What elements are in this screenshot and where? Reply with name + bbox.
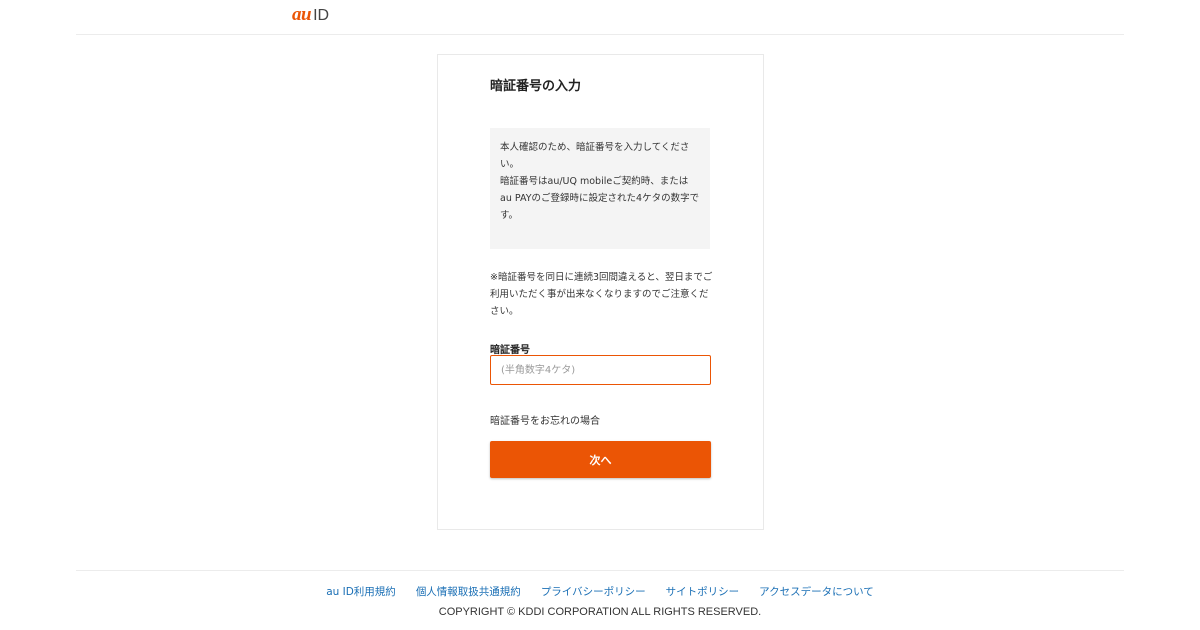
pin-input[interactable] [490, 355, 711, 385]
site-header: au ID [0, 0, 1200, 34]
au-id-logo[interactable]: au ID [292, 4, 330, 25]
info-box: 本人確認のため、暗証番号を入力してください。 暗証番号はau/UQ mobile… [490, 128, 710, 249]
header-divider [76, 34, 1124, 35]
footer-link-site-policy[interactable]: サイトポリシー [666, 584, 740, 599]
footer-divider [76, 570, 1124, 571]
next-button[interactable]: 次へ [490, 441, 711, 478]
pin-entry-card: 暗証番号の入力 本人確認のため、暗証番号を入力してください。 暗証番号はau/U… [437, 54, 764, 530]
warning-text: ※暗証番号を同日に連続3回間違えると、翌日までご利用いただく事が出来なくなります… [490, 272, 713, 317]
footer-link-au-id-terms[interactable]: au ID利用規約 [326, 584, 396, 599]
pin-field-label: 暗証番号 [490, 345, 530, 356]
logo-id-text: ID [313, 7, 330, 24]
footer-link-privacy-policy[interactable]: プライバシーポリシー [541, 584, 646, 599]
copyright-text: COPYRIGHT © KDDI CORPORATION ALL RIGHTS … [438, 606, 762, 618]
logo-au-text: au [292, 4, 312, 25]
footer-link-privacy-terms[interactable]: 個人情報取扱共通規約 [416, 584, 521, 599]
info-text-line-1: 本人確認のため、暗証番号を入力してください。 [500, 142, 690, 170]
forgot-pin-link[interactable]: 暗証番号をお忘れの場合 [490, 412, 600, 427]
footer-links: au ID利用規約 個人情報取扱共通規約 プライバシーポリシー サイトポリシー … [0, 584, 1200, 599]
footer-link-access-data[interactable]: アクセスデータについて [759, 584, 874, 599]
info-text-line-2: 暗証番号はau/UQ mobileご契約時、または au PAYのご登録時に設定… [500, 176, 700, 221]
page-title: 暗証番号の入力 [490, 79, 582, 94]
